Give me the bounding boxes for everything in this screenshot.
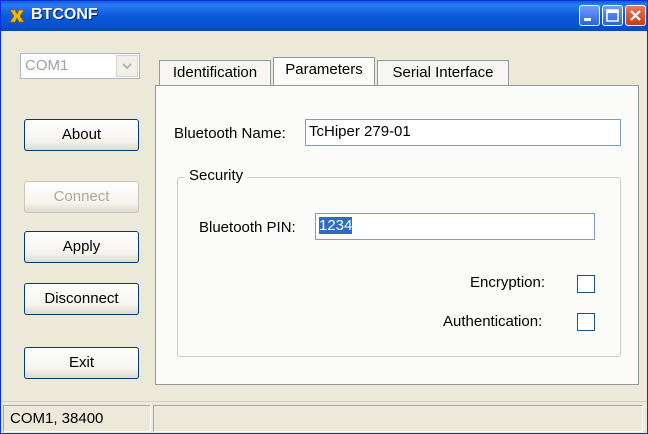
- port-select[interactable]: COM1: [20, 53, 140, 79]
- tab-identification[interactable]: Identification: [159, 60, 271, 85]
- bluetooth-app-icon: [9, 9, 25, 23]
- status-pane-connection: COM1, 38400: [3, 405, 151, 432]
- minimize-button[interactable]: [579, 5, 600, 26]
- bluetooth-name-value: TcHiper 279-01: [309, 123, 411, 140]
- disconnect-button[interactable]: Disconnect: [24, 283, 139, 315]
- maximize-icon: [606, 9, 619, 22]
- minimize-icon: [584, 18, 591, 21]
- authentication-label: Authentication:: [443, 313, 543, 330]
- tab-parameters[interactable]: Parameters: [273, 57, 375, 85]
- apply-button[interactable]: Apply: [24, 231, 139, 263]
- connect-button[interactable]: Connect: [24, 181, 139, 213]
- maximize-button[interactable]: [602, 5, 623, 26]
- bluetooth-name-input[interactable]: TcHiper 279-01: [305, 119, 621, 146]
- app-window: BTCONF COM1 About Connect Apply Disconne…: [0, 0, 648, 434]
- security-group-title: Security: [185, 167, 248, 184]
- status-pane-message: [153, 405, 643, 432]
- close-icon: [630, 10, 641, 21]
- bluetooth-name-label: Bluetooth Name:: [174, 125, 286, 142]
- exit-button[interactable]: Exit: [24, 347, 139, 379]
- port-select-value: COM1: [25, 57, 69, 74]
- window-title: BTCONF: [31, 6, 98, 23]
- bluetooth-pin-value: 1234: [319, 217, 353, 234]
- bluetooth-pin-input[interactable]: 1234: [315, 213, 595, 240]
- close-button[interactable]: [625, 5, 646, 26]
- tab-serial-interface[interactable]: Serial Interface: [377, 60, 509, 85]
- chevron-down-icon: [122, 63, 132, 70]
- encryption-checkbox[interactable]: [577, 275, 595, 293]
- status-bar: COM1, 38400: [1, 401, 647, 433]
- status-connection-text: COM1, 38400: [10, 410, 104, 427]
- about-button[interactable]: About: [24, 119, 139, 151]
- title-bar[interactable]: BTCONF: [1, 1, 647, 31]
- security-group: [177, 177, 621, 357]
- authentication-checkbox[interactable]: [577, 313, 595, 331]
- dropdown-arrow-button[interactable]: [116, 55, 138, 77]
- bluetooth-pin-label: Bluetooth PIN:: [199, 219, 296, 236]
- encryption-label: Encryption:: [470, 274, 546, 291]
